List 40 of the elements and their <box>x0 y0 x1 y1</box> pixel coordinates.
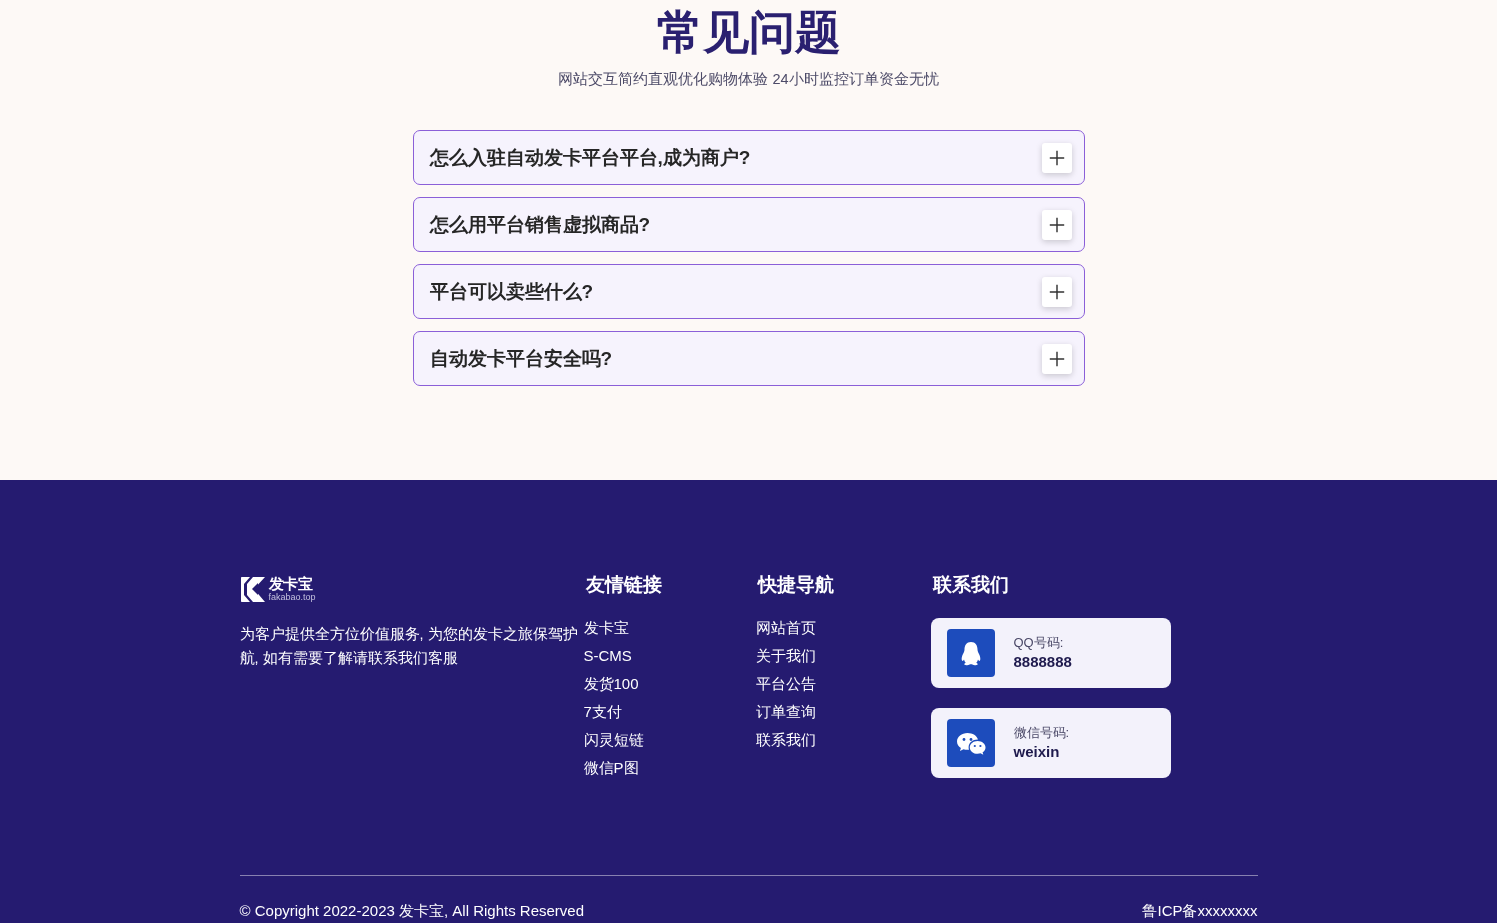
contact-label: QQ号码: <box>1013 634 1065 652</box>
footer-link[interactable]: S-CMS <box>583 646 632 666</box>
footer-heading: 友情链接 <box>585 573 663 597</box>
logo-tagline: fakabao.top <box>268 592 316 603</box>
footer-description: 为客户提供全方位价值服务, 为您的发卡之旅保驾护航, 如有需要了解请联系我们客服 <box>239 625 579 668</box>
icp-text: 鲁ICP备xxxxxxxx <box>1142 901 1258 921</box>
footer-link[interactable]: 闪灵短链 <box>583 730 644 750</box>
faq-question[interactable]: 自动发卡平台安全吗? <box>429 345 613 372</box>
plus-icon <box>1048 283 1065 300</box>
section-subtitle: 网站交互简约直观优化购物体验 24小时监控订单资金无忧 <box>558 70 939 89</box>
penguin-icon <box>946 629 995 677</box>
contact-value: weixin <box>1013 742 1061 762</box>
footer-link[interactable]: 网站首页 <box>755 618 816 638</box>
contact-label: 微信号码: <box>1013 724 1070 742</box>
plus-icon <box>1048 350 1065 367</box>
footer-link[interactable]: 平台公告 <box>755 674 816 694</box>
plus-icon <box>1048 216 1065 233</box>
footer-heading: 联系我们 <box>932 573 1010 597</box>
footer-link[interactable]: 发卡宝 <box>583 618 629 638</box>
expand-button[interactable] <box>1041 209 1072 240</box>
footer-heading: 快捷导航 <box>757 573 835 597</box>
expand-button[interactable] <box>1041 343 1072 374</box>
expand-button[interactable] <box>1041 276 1072 307</box>
copyright-text: © Copyright 2022-2023 发卡宝, All Rights Reserved <box>239 901 585 921</box>
faq-question[interactable]: 怎么入驻自动发卡平台平台,成为商户? <box>429 144 751 171</box>
footer-link[interactable]: 关于我们 <box>755 646 816 666</box>
faq-question[interactable]: 平台可以卖些什么? <box>429 278 594 305</box>
section-title: 常见问题 <box>656 5 841 60</box>
chat-bubbles-icon <box>946 719 995 767</box>
expand-button[interactable] <box>1041 142 1072 173</box>
logo-text: 发卡宝 <box>268 575 312 592</box>
contact-value: 8888888 <box>1013 652 1072 672</box>
faq-question[interactable]: 怎么用平台销售虚拟商品? <box>429 211 651 238</box>
logo-icon <box>239 575 266 603</box>
footer-link[interactable]: 微信P图 <box>583 758 639 778</box>
footer-link[interactable]: 联系我们 <box>755 730 816 750</box>
footer-link[interactable]: 订单查询 <box>755 702 816 722</box>
footer-link[interactable]: 发货100 <box>583 674 639 694</box>
plus-icon <box>1048 149 1065 166</box>
footer-link[interactable]: 7支付 <box>583 702 622 722</box>
